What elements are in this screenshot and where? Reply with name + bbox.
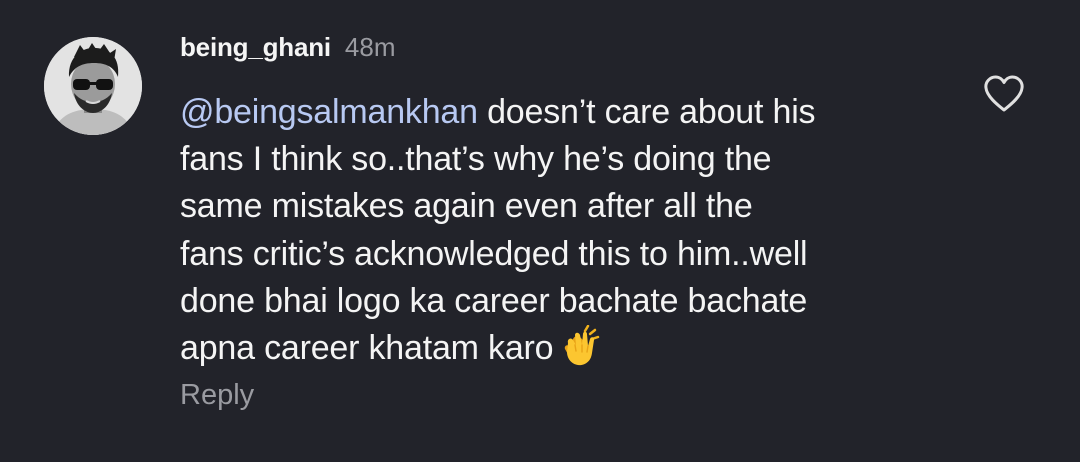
comment-line-2: fans I think so..that’s why he’s doing t… bbox=[180, 140, 772, 179]
mention-link[interactable]: @beingsalmankhan bbox=[180, 93, 478, 131]
comment-item: being_ghani 48m @beingsalmankhan doesn’t… bbox=[0, 0, 1080, 462]
comment-text: @beingsalmankhan doesn’t care about his … bbox=[180, 89, 940, 380]
username[interactable]: being_ghani bbox=[180, 32, 331, 63]
comment-line-3: same mistakes again even after all the bbox=[180, 187, 753, 226]
timestamp: 48m bbox=[344, 32, 396, 62]
comment-line-5: done bhai logo ka career bachate bachate bbox=[180, 281, 808, 320]
heart-outline-icon bbox=[984, 75, 1024, 112]
avatar[interactable] bbox=[44, 37, 142, 135]
like-button[interactable] bbox=[982, 74, 1026, 114]
comment-header: being_ghani 48m bbox=[180, 32, 396, 72]
avatar-image bbox=[44, 37, 142, 135]
clapping-hands-icon bbox=[559, 324, 601, 380]
reply-button[interactable]: Reply bbox=[180, 379, 254, 412]
comment-line-1: doesn’t care about his bbox=[477, 93, 816, 131]
comment-line-4: fans critic’s acknowledged this to him..… bbox=[180, 234, 808, 273]
comment-line-6: apna career khatam karo bbox=[180, 329, 554, 368]
